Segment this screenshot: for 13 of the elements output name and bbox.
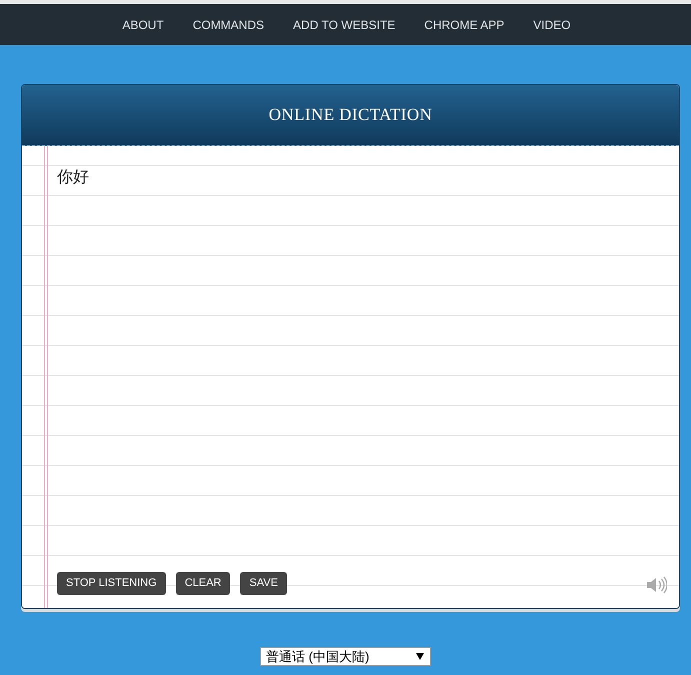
nav-link[interactable]: COMMANDS <box>192 16 264 34</box>
nav-link[interactable]: CHROME APP <box>424 16 504 34</box>
nav-link[interactable]: ABOUT <box>122 16 164 34</box>
dictation-text[interactable]: 你好 <box>57 168 667 188</box>
dropdown-arrow-icon <box>416 653 424 660</box>
language-select[interactable]: 普通话 (中国大陆) <box>260 647 431 666</box>
nav-link[interactable]: ADD TO WEBSITE <box>293 16 396 34</box>
action-button[interactable]: SAVE <box>240 572 287 595</box>
action-button[interactable]: CLEAR <box>176 572 230 595</box>
action-button[interactable]: STOP LISTENING <box>57 572 166 595</box>
speaker-icon[interactable] <box>646 576 667 594</box>
card-title: ONLINE DICTATION <box>268 104 432 126</box>
nav-link[interactable]: VIDEO <box>533 16 571 34</box>
